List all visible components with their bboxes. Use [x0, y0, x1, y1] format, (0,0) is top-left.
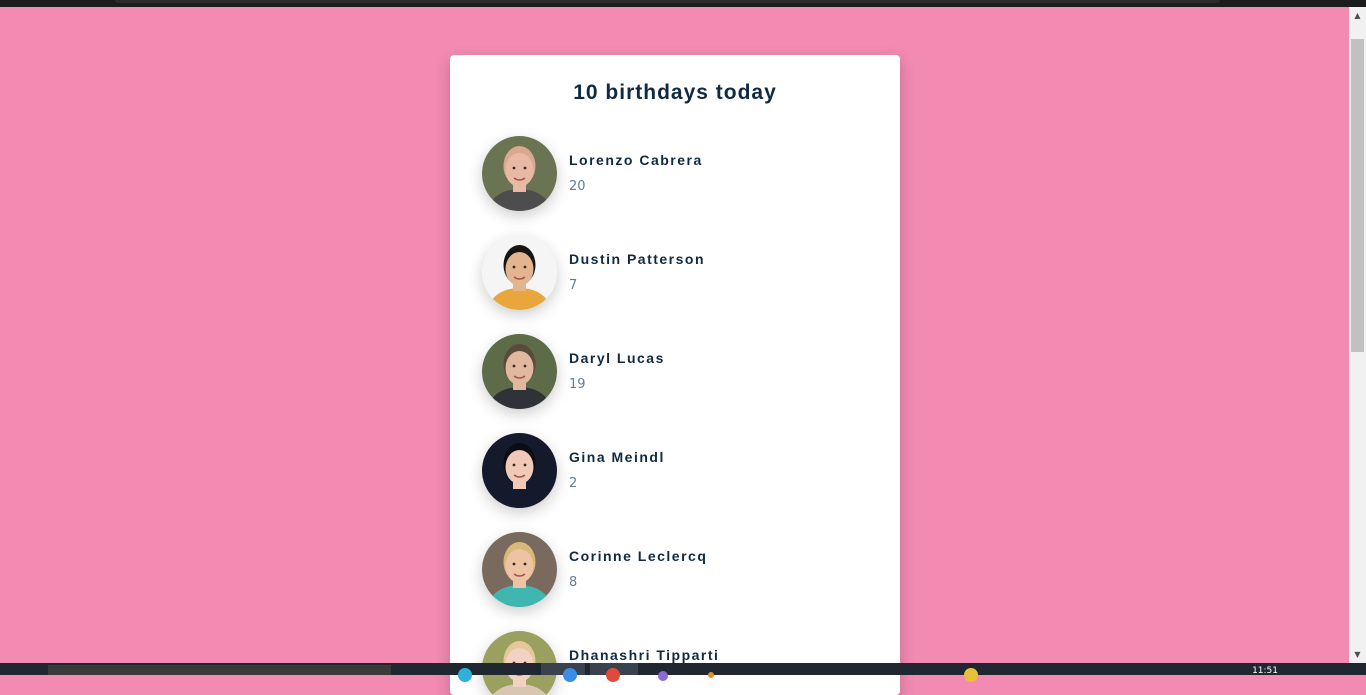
taskbar-app-icon[interactable] [563, 668, 577, 682]
person-item: Corinne Leclercq 8 [482, 532, 882, 608]
person-age: 20 [569, 179, 586, 194]
os-taskbar: 11:51 [0, 663, 1366, 682]
person-age: 2 [569, 476, 578, 491]
avatar [482, 532, 557, 607]
avatar [482, 136, 557, 211]
browser-tab-strip [115, 0, 1220, 3]
person-age: 7 [569, 278, 578, 293]
person-name: Corinne Leclercq [569, 548, 708, 564]
person-name: Lorenzo Cabrera [569, 152, 703, 168]
person-name: Dhanashri Tipparti [569, 647, 720, 663]
taskbar-app-icon[interactable] [658, 671, 668, 681]
avatar [482, 334, 557, 409]
taskbar-app-icon[interactable] [708, 672, 714, 678]
page-scrollbar[interactable]: ▲ ▼ [1349, 7, 1366, 663]
person-name: Daryl Lucas [569, 350, 665, 366]
scroll-down-arrow-icon[interactable]: ▼ [1349, 646, 1366, 663]
person-item: Gina Meindl 2 [482, 433, 882, 509]
scroll-thumb[interactable] [1351, 39, 1364, 352]
person-name: Gina Meindl [569, 449, 665, 465]
taskbar-app-icon[interactable] [458, 668, 472, 682]
person-item: Daryl Lucas 19 [482, 334, 882, 410]
taskbar-search-box[interactable] [48, 665, 391, 675]
person-item: Lorenzo Cabrera 20 [482, 136, 882, 212]
avatar [482, 433, 557, 508]
birthday-card: 10 birthdays today Lorenzo Cabrera 20 Dust… [450, 55, 900, 695]
avatar [482, 235, 557, 310]
card-title: 10 birthdays today [573, 81, 777, 104]
person-age: 8 [569, 575, 578, 590]
browser-top-bar [0, 0, 1366, 7]
browser-icon[interactable] [606, 668, 620, 682]
taskbar-app-icon[interactable] [964, 668, 978, 682]
person-age: 19 [569, 377, 586, 392]
person-name: Dustin Patterson [569, 251, 706, 267]
person-item: Dustin Patterson 7 [482, 235, 882, 311]
scroll-up-arrow-icon[interactable]: ▲ [1349, 7, 1366, 24]
